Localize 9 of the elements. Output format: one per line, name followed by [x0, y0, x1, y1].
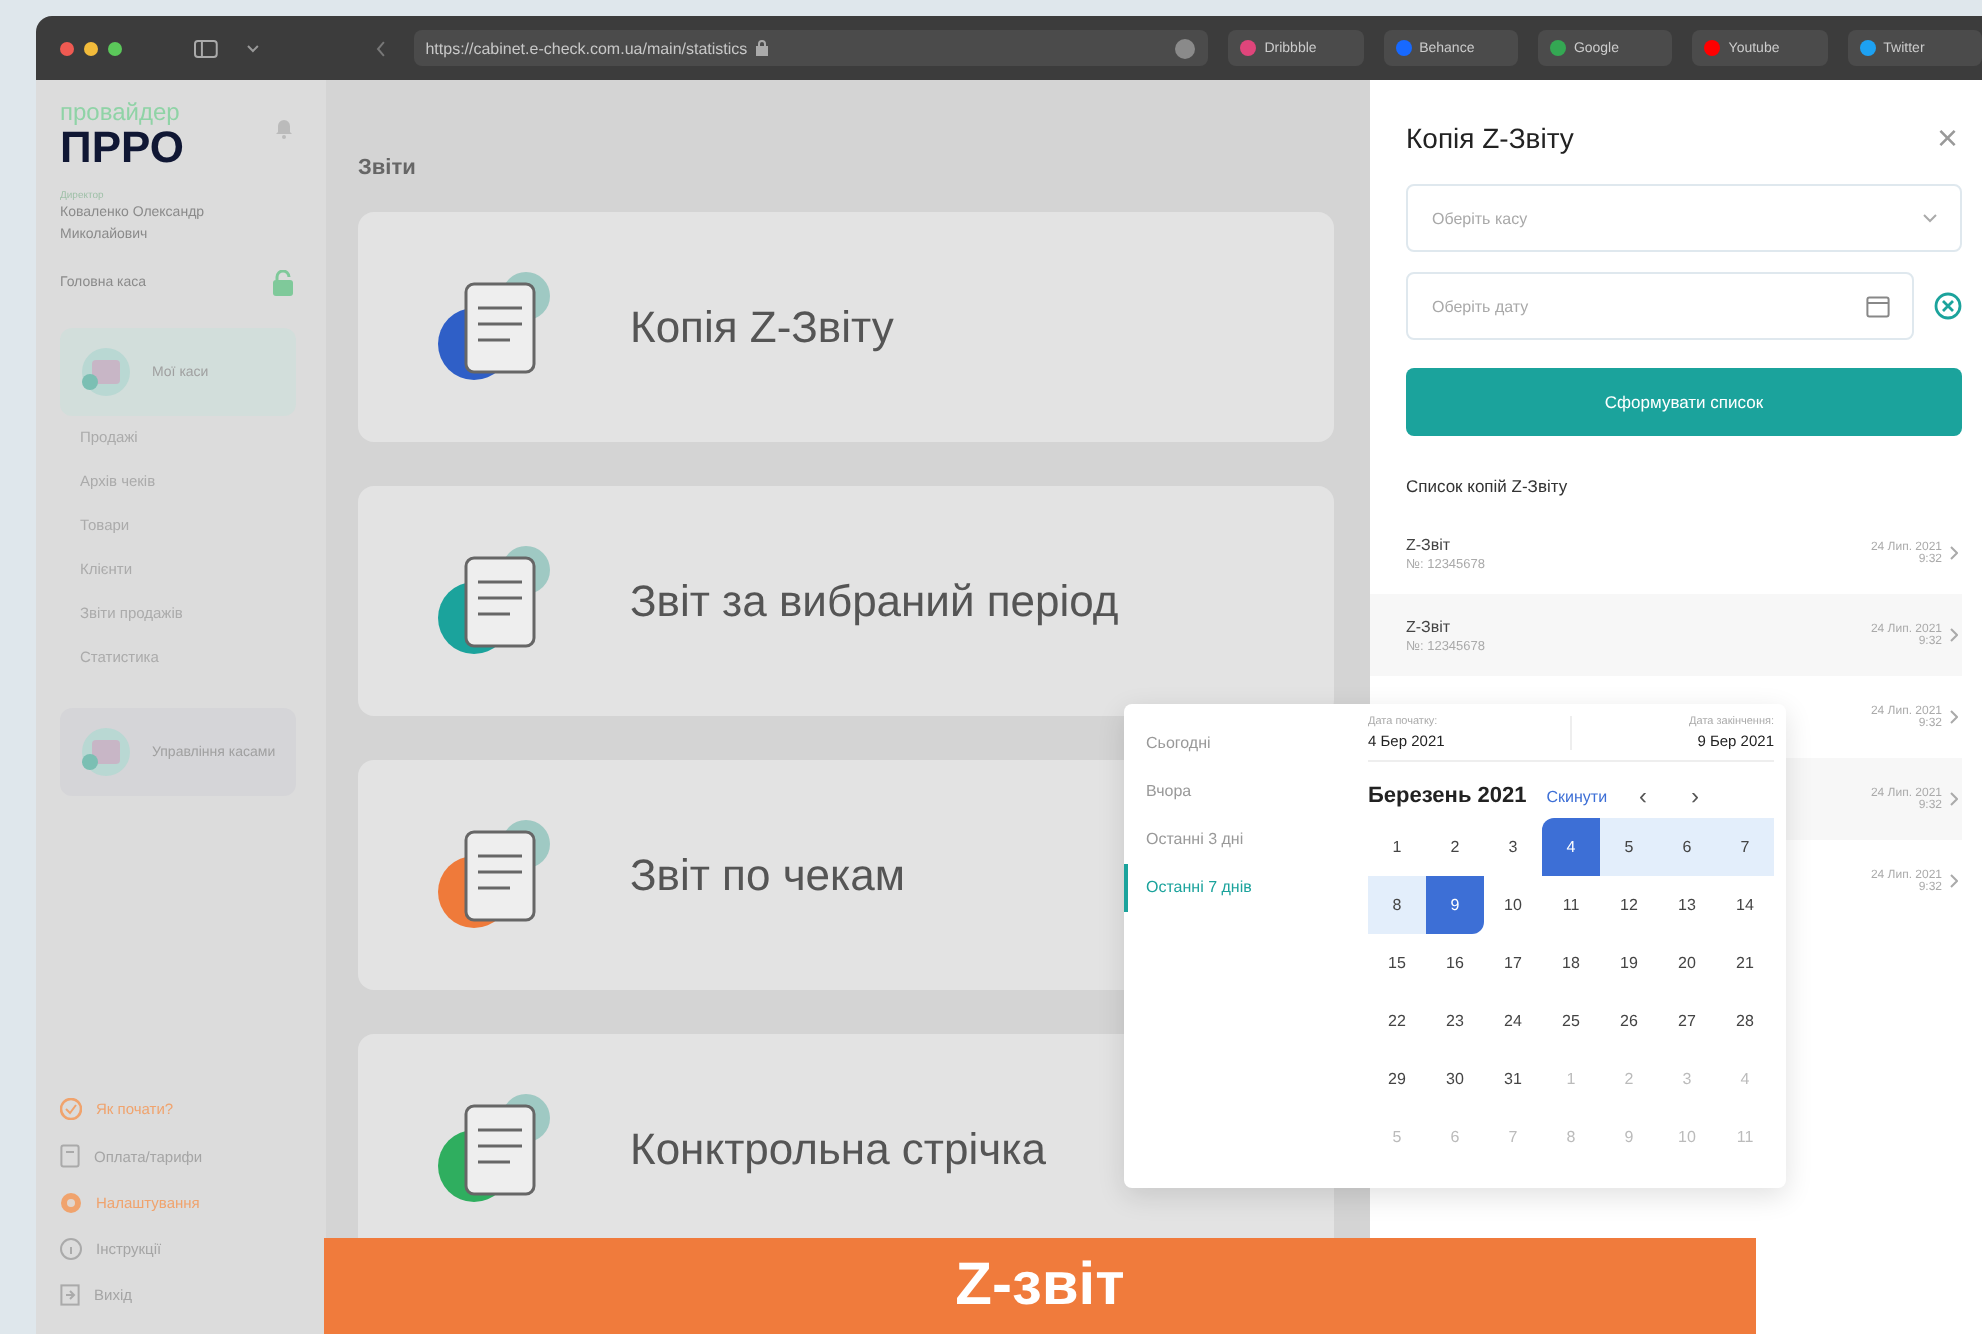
month-title: Березень 2021: [1368, 784, 1527, 808]
title-banner: Z-звіт: [324, 1238, 1756, 1334]
page-title: Звіти: [358, 156, 418, 180]
report-title: Z-Звіт: [1406, 535, 1453, 553]
logo-text: ПРРО: [60, 126, 184, 170]
list-title: Список копій Z-Звіту: [1406, 476, 1570, 496]
logo-caption: провайдер: [60, 100, 182, 126]
panel-title: Копія Z-Звіту: [1406, 122, 1574, 154]
report-title: Z-Звіт: [1406, 617, 1453, 635]
